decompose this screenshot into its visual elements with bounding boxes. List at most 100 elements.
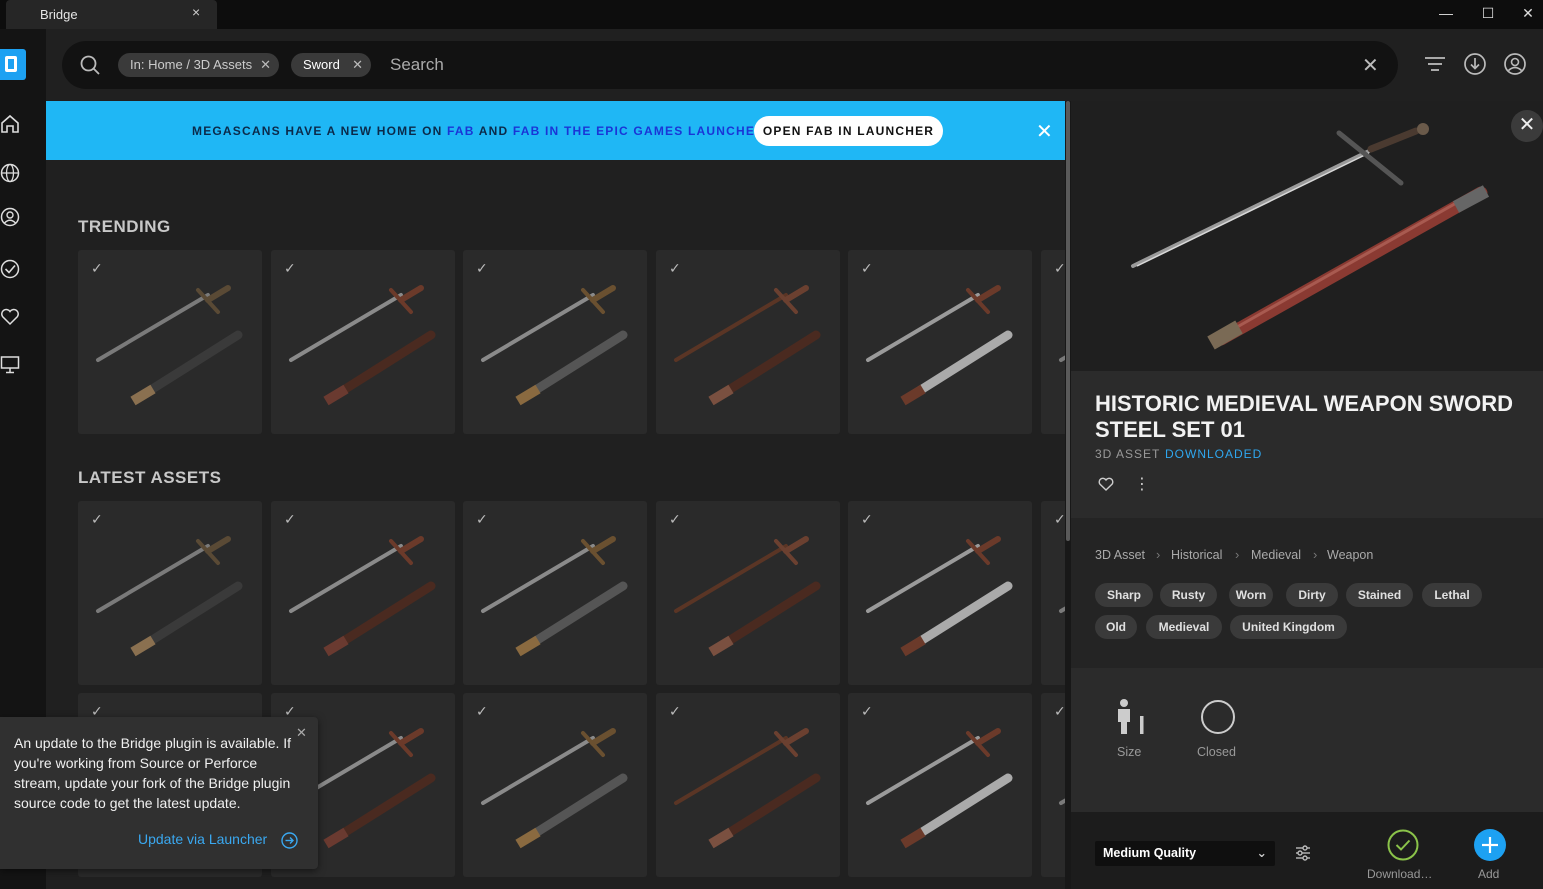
- download-queue-icon[interactable]: [1463, 52, 1487, 76]
- check-circle-icon[interactable]: [0, 258, 22, 280]
- banner-close-icon[interactable]: ✕: [1036, 119, 1053, 144]
- fab-link[interactable]: FAB: [447, 124, 475, 138]
- notification-close-icon[interactable]: ✕: [296, 725, 307, 741]
- asset-card[interactable]: ✓: [656, 693, 840, 877]
- fab-launcher-link[interactable]: FAB IN THE EPIC GAMES LAUNCHER: [513, 124, 765, 138]
- more-options-icon[interactable]: ⋮: [1134, 474, 1150, 494]
- asset-card[interactable]: ✓: [848, 501, 1032, 685]
- select-check-icon[interactable]: ✓: [861, 260, 873, 277]
- filter-chip-label: In: Home / 3D Assets: [130, 57, 253, 72]
- asset-card[interactable]: ✓: [271, 250, 455, 434]
- tab-close-button[interactable]: ×: [192, 4, 200, 20]
- tag-chip[interactable]: Stained: [1346, 583, 1413, 607]
- asset-card[interactable]: ✓: [1041, 693, 1065, 877]
- filter-icon[interactable]: [1423, 53, 1447, 77]
- select-check-icon[interactable]: ✓: [284, 260, 296, 277]
- tag-chip[interactable]: Rusty: [1160, 583, 1217, 607]
- tag-chip[interactable]: United Kingdom: [1230, 615, 1347, 639]
- maximize-button[interactable]: ☐: [1468, 0, 1508, 29]
- sword-preview-image: [1131, 123, 1490, 350]
- search-clear-icon[interactable]: ✕: [1362, 53, 1379, 78]
- asset-card[interactable]: ✓: [848, 250, 1032, 434]
- update-notification: An update to the Bridge plugin is availa…: [0, 717, 318, 869]
- select-check-icon[interactable]: ✓: [669, 703, 681, 720]
- select-check-icon[interactable]: ✓: [91, 511, 103, 528]
- select-check-icon[interactable]: ✓: [476, 703, 488, 720]
- minimize-button[interactable]: —: [1426, 0, 1466, 29]
- breadcrumb-item[interactable]: 3D Asset: [1095, 548, 1145, 562]
- monitor-icon[interactable]: [0, 354, 22, 376]
- tag-chip[interactable]: Sharp: [1095, 583, 1153, 607]
- asset-card[interactable]: ✓: [656, 250, 840, 434]
- filter-chip-remove-icon[interactable]: ✕: [352, 53, 363, 77]
- asset-card[interactable]: ✓: [463, 250, 647, 434]
- panel-close-button[interactable]: ✕: [1511, 110, 1543, 142]
- banner-text: AND: [474, 124, 513, 138]
- asset-thumbnail: [866, 536, 1013, 657]
- select-check-icon[interactable]: ✓: [284, 511, 296, 528]
- favorite-heart-icon[interactable]: [1098, 477, 1114, 491]
- asset-preview[interactable]: ✕: [1071, 101, 1543, 371]
- quality-select[interactable]: Medium Quality ⌄: [1095, 841, 1275, 866]
- tag-chip[interactable]: Medieval: [1146, 615, 1222, 639]
- select-check-icon[interactable]: ✓: [1054, 260, 1065, 277]
- asset-card[interactable]: ✓: [1041, 501, 1065, 685]
- asset-detail-panel: ✕ HISTORIC MEDIEVAL WEAPON SWORD STEEL S…: [1071, 101, 1543, 889]
- window-tab-title: Bridge: [40, 7, 78, 22]
- breadcrumb-chevron-icon: ›: [1313, 547, 1318, 562]
- user-icon[interactable]: [0, 206, 22, 228]
- asset-thumbnail: [866, 285, 1013, 406]
- breadcrumb-item[interactable]: Historical: [1171, 548, 1222, 562]
- asset-card[interactable]: ✓: [1041, 250, 1065, 434]
- filter-chip-keyword[interactable]: Sword ✕: [291, 53, 371, 77]
- asset-card[interactable]: ✓: [848, 693, 1032, 877]
- asset-thumbnail: [866, 728, 1013, 849]
- asset-thumbnail: [96, 536, 243, 657]
- asset-card[interactable]: ✓: [78, 501, 262, 685]
- asset-card[interactable]: ✓: [463, 693, 647, 877]
- tag-chip[interactable]: Old: [1095, 615, 1137, 639]
- bridge-logo-icon[interactable]: [0, 49, 26, 80]
- filter-chip-location[interactable]: In: Home / 3D Assets ✕: [118, 53, 279, 77]
- asset-card[interactable]: ✓: [463, 501, 647, 685]
- open-fab-button[interactable]: OPEN FAB IN LAUNCHER: [754, 116, 943, 146]
- select-check-icon[interactable]: ✓: [669, 511, 681, 528]
- breadcrumb-item[interactable]: Weapon: [1327, 548, 1373, 562]
- update-via-launcher-link[interactable]: Update via Launcher: [138, 831, 267, 847]
- select-check-icon[interactable]: ✓: [1054, 511, 1065, 528]
- add-plus-icon[interactable]: [1474, 829, 1506, 861]
- asset-type: 3D ASSET: [1095, 447, 1161, 461]
- select-check-icon[interactable]: ✓: [1054, 703, 1065, 720]
- asset-card[interactable]: ✓: [656, 501, 840, 685]
- downloaded-check-icon[interactable]: [1387, 829, 1419, 861]
- heart-icon[interactable]: [0, 306, 22, 328]
- select-check-icon[interactable]: ✓: [669, 260, 681, 277]
- scrollbar-thumb[interactable]: [1066, 101, 1070, 541]
- asset-thumbnail: [481, 536, 628, 657]
- quality-select-value: Medium Quality: [1103, 846, 1197, 860]
- breadcrumb-chevron-icon: ›: [1156, 547, 1161, 562]
- asset-card[interactable]: ✓: [271, 501, 455, 685]
- arrow-right-circle-icon[interactable]: [281, 832, 298, 849]
- select-check-icon[interactable]: ✓: [861, 703, 873, 720]
- globe-icon[interactable]: [0, 162, 22, 184]
- asset-card[interactable]: ✓: [78, 250, 262, 434]
- download-label: Download…: [1367, 867, 1433, 881]
- breadcrumb-item[interactable]: Medieval: [1251, 548, 1301, 562]
- search-input[interactable]: [390, 53, 1290, 77]
- account-icon[interactable]: [1503, 52, 1527, 76]
- tag-chip[interactable]: Worn: [1229, 583, 1273, 607]
- tag-chip[interactable]: Lethal: [1422, 583, 1482, 607]
- asset-thumbnail: [674, 536, 821, 657]
- select-check-icon[interactable]: ✓: [91, 260, 103, 277]
- home-icon[interactable]: [0, 113, 22, 135]
- window-tab[interactable]: Bridge ×: [6, 0, 217, 29]
- select-check-icon[interactable]: ✓: [476, 260, 488, 277]
- select-check-icon[interactable]: ✓: [476, 511, 488, 528]
- filter-chip-remove-icon[interactable]: ✕: [260, 53, 271, 77]
- breadcrumb-chevron-icon: ›: [1235, 547, 1240, 562]
- select-check-icon[interactable]: ✓: [861, 511, 873, 528]
- tag-chip[interactable]: Dirty: [1286, 583, 1338, 607]
- settings-sliders-icon[interactable]: [1294, 844, 1312, 862]
- window-close-button[interactable]: ✕: [1508, 0, 1543, 29]
